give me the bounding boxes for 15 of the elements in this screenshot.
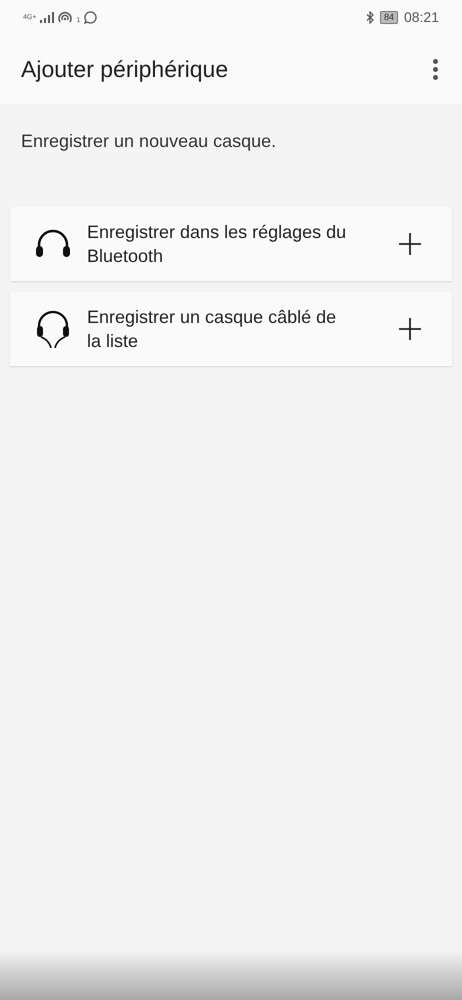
hotspot-icon <box>58 10 72 24</box>
plus-icon <box>398 317 422 341</box>
chat-bubble-icon <box>84 10 98 24</box>
bluetooth-icon <box>366 10 374 24</box>
wired-headphones-icon <box>34 310 72 348</box>
intro-text: Enregistrer un nouveau casque. <box>20 130 278 153</box>
more-options-icon[interactable] <box>431 56 440 82</box>
battery-indicator: 84 <box>380 10 398 24</box>
option-row[interactable]: Enregistrer dans les réglages du Bluetooth <box>10 207 452 281</box>
clock: 08:21 <box>404 8 439 26</box>
signal-icon <box>40 12 54 22</box>
option-row[interactable]: Enregistrer un casque câblé de la liste <box>10 292 452 366</box>
page-title: Ajouter périphérique <box>21 54 228 84</box>
plus-icon <box>398 232 422 256</box>
headphones-icon <box>34 228 72 260</box>
